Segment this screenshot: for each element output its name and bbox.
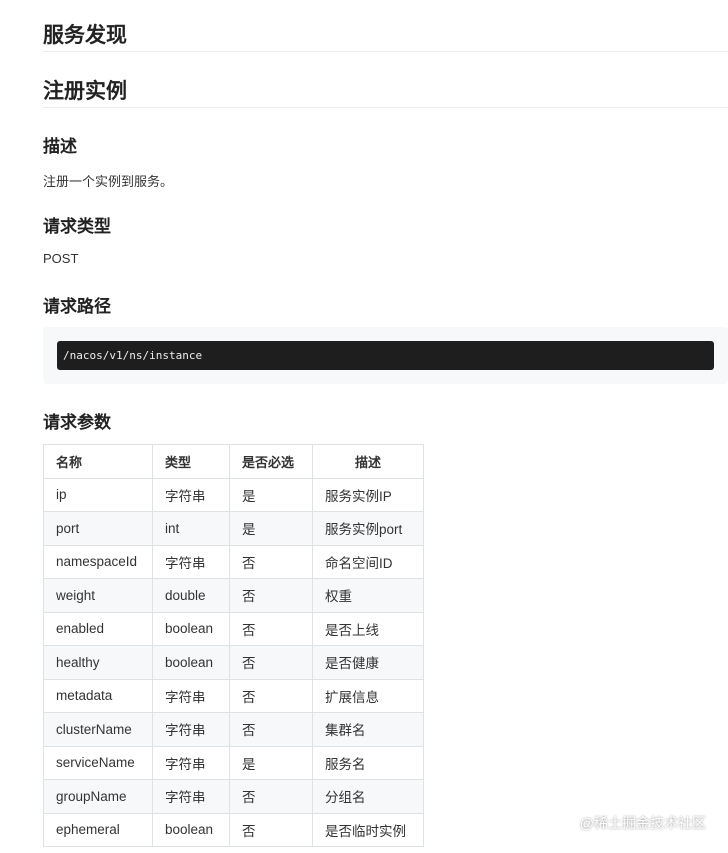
table-cell: 字符串 — [152, 544, 230, 579]
table-cell: 字符串 — [152, 477, 230, 512]
table-cell: namespaceId — [43, 544, 153, 579]
table-cell: ip — [43, 477, 153, 512]
table-cell: 是 — [229, 477, 313, 512]
table-cell: double — [152, 578, 230, 613]
table-cell: 字符串 — [152, 712, 230, 747]
table-cell: 是否健康 — [312, 645, 424, 680]
column-header: 是否必选 — [229, 444, 313, 479]
table-cell: 服务实例IP — [312, 477, 424, 512]
request-type-text: POST — [43, 251, 79, 266]
table-cell: 是 — [229, 511, 313, 546]
table-cell: boolean — [152, 645, 230, 680]
table-row: ephemeral boolean 否是否临时实例 — [43, 812, 424, 847]
table-cell: 集群名 — [312, 712, 424, 747]
divider — [43, 107, 728, 108]
column-header: 名称 — [43, 444, 153, 479]
table-cell: 否 — [229, 678, 313, 713]
table-row: enabled boolean 否是否上线 — [43, 611, 424, 646]
table-cell: metadata — [43, 678, 153, 713]
table-cell: clusterName — [43, 712, 153, 747]
heading-register-instance: 注册实例 — [43, 80, 127, 103]
table-row: weight double 否权重 — [43, 578, 424, 613]
table-row: serviceName 字符串是服务名 — [43, 745, 424, 780]
table-cell: healthy — [43, 645, 153, 680]
table-row: namespaceId 字符串否命名空间ID — [43, 544, 424, 579]
heading-request-path: 请求路径 — [43, 297, 111, 316]
table-row: port int 是服务实例port — [43, 511, 424, 546]
table-cell: ephemeral — [43, 812, 153, 847]
table-cell: groupName — [43, 779, 153, 814]
watermark: @稀土掘金技术社区 — [579, 815, 706, 831]
params-table: 名称 类型 是否必选 描述 ip 字符串是服务实例IP port int 是服务实例port n… — [43, 444, 424, 847]
table-cell: 服务实例port — [312, 511, 424, 546]
table-cell: serviceName — [43, 745, 153, 780]
table-row: clusterName 字符串否集群名 — [43, 712, 424, 747]
table-cell: 否 — [229, 611, 313, 646]
table-cell: 权重 — [312, 578, 424, 613]
table-cell: 是否临时实例 — [312, 812, 424, 847]
table-cell: 分组名 — [312, 779, 424, 814]
table-row: groupName 字符串否分组名 — [43, 779, 424, 814]
table-row: metadata 字符串否扩展信息 — [43, 678, 424, 713]
table-cell: 否 — [229, 812, 313, 847]
table-cell: 服务名 — [312, 745, 424, 780]
column-header: 描述 — [312, 444, 424, 479]
request-path-code: /nacos/v1/ns/instance — [57, 341, 714, 370]
table-cell: 命名空间ID — [312, 544, 424, 579]
table-cell: 是否上线 — [312, 611, 424, 646]
table-cell: 字符串 — [152, 678, 230, 713]
heading-description: 描述 — [43, 137, 77, 156]
table-cell: 否 — [229, 645, 313, 680]
heading-request-type: 请求类型 — [43, 217, 111, 236]
table-cell: 扩展信息 — [312, 678, 424, 713]
table-cell: 字符串 — [152, 745, 230, 780]
table-cell: enabled — [43, 611, 153, 646]
table-cell: boolean — [152, 611, 230, 646]
table-cell: int — [152, 511, 230, 546]
table-cell: 字符串 — [152, 779, 230, 814]
table-cell: 是 — [229, 745, 313, 780]
table-cell: 否 — [229, 578, 313, 613]
table-cell: boolean — [152, 812, 230, 847]
table-cell: 否 — [229, 779, 313, 814]
table-row: healthy boolean 否是否健康 — [43, 645, 424, 680]
heading-service-discovery: 服务发现 — [43, 24, 127, 47]
description-text: 注册一个实例到服务。 — [43, 174, 174, 189]
table-cell: 否 — [229, 712, 313, 747]
table-cell: 否 — [229, 544, 313, 579]
table-cell: port — [43, 511, 153, 546]
divider — [43, 51, 728, 52]
table-row: ip 字符串是服务实例IP — [43, 477, 424, 512]
table-cell: weight — [43, 578, 153, 613]
heading-request-params: 请求参数 — [43, 413, 111, 432]
code-block: /nacos/v1/ns/instance — [43, 327, 728, 384]
column-header: 类型 — [152, 444, 230, 479]
